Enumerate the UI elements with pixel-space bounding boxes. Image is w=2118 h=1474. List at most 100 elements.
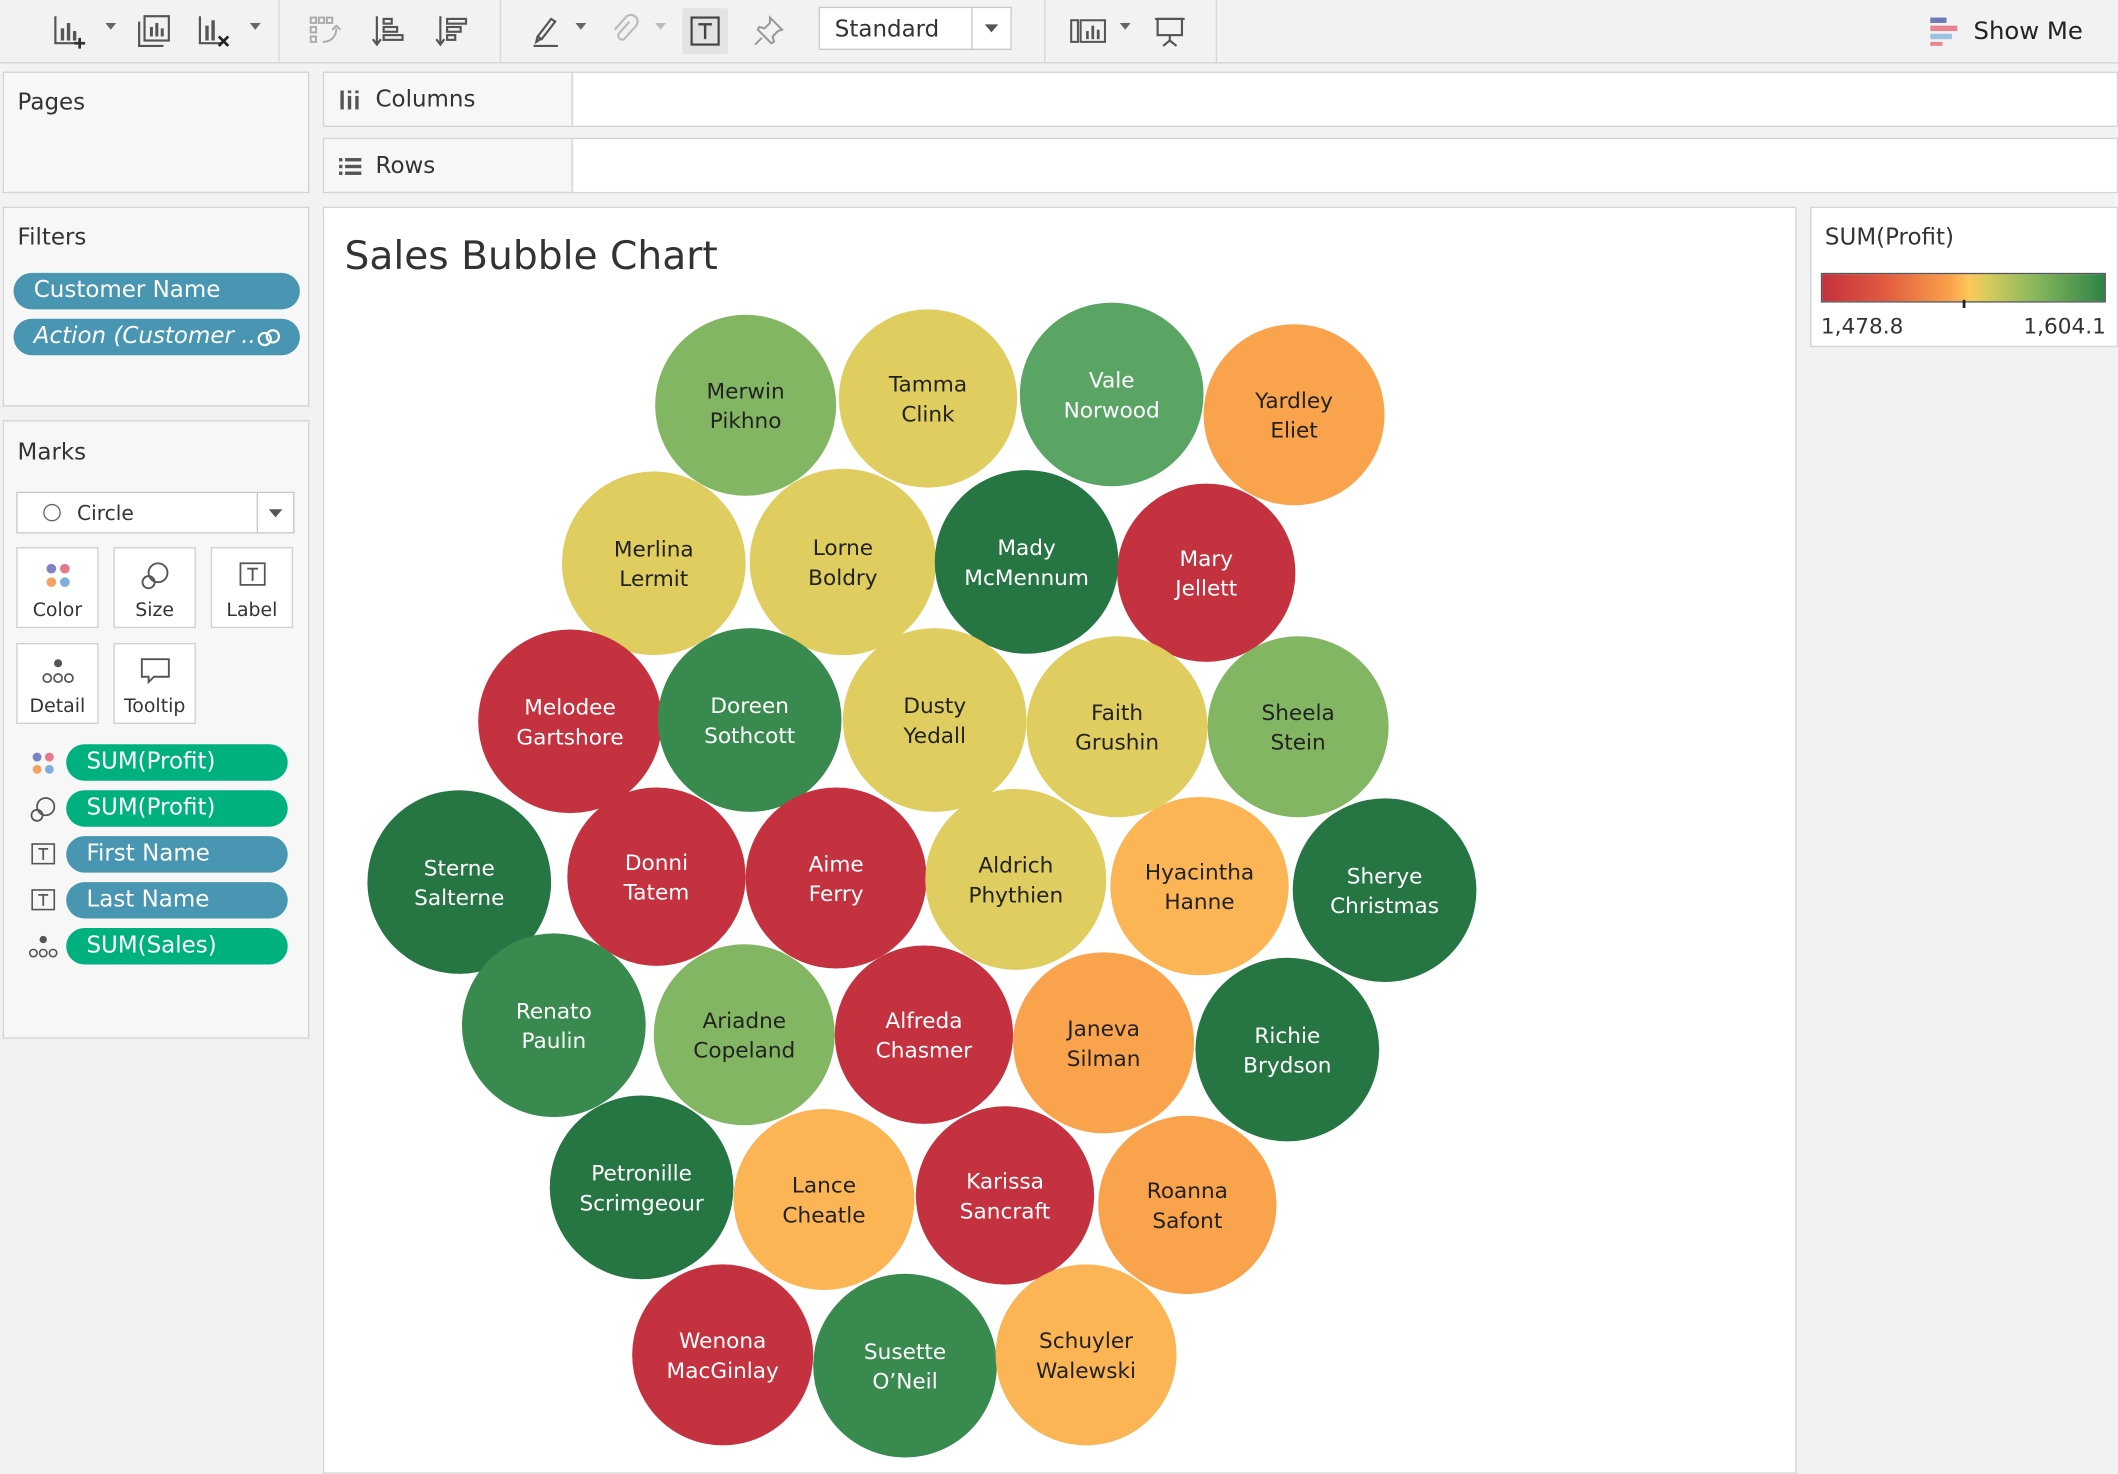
rows-drop-zone[interactable]	[574, 139, 2117, 192]
pin-axes-icon[interactable]	[746, 8, 792, 54]
chevron-down-icon[interactable]	[1119, 22, 1131, 30]
chevron-down-icon[interactable]	[256, 493, 293, 533]
bubble-circle[interactable]	[632, 1264, 814, 1446]
bubble[interactable]: Petronille Scrimgeour	[549, 1095, 734, 1280]
columns-drop-zone[interactable]	[574, 72, 2117, 126]
bubble-circle[interactable]	[1019, 302, 1204, 487]
bubble-circle[interactable]	[995, 1264, 1177, 1446]
bubble-circle[interactable]	[733, 1109, 915, 1291]
color-field-pill[interactable]: SUM(Profit)	[66, 744, 288, 781]
detail-card[interactable]: Detail	[16, 642, 99, 725]
bubble[interactable]: Tamma Clink	[838, 309, 1018, 488]
show-me-button[interactable]: Show Me	[1929, 14, 2083, 49]
clear-sheet-icon[interactable]	[190, 8, 236, 54]
show-mark-labels-icon[interactable]	[682, 8, 729, 55]
bubble[interactable]: Merlina Lermit	[561, 471, 746, 656]
bubble[interactable]: Merwin Pikhno	[655, 314, 837, 496]
filter-pill-customer-name[interactable]: Customer Name	[13, 272, 300, 310]
bubble-circle[interactable]	[813, 1273, 997, 1458]
bubble-circle[interactable]	[655, 314, 837, 496]
bubble-circle[interactable]	[925, 788, 1107, 970]
sort-ascending-icon[interactable]	[366, 8, 412, 54]
bubble[interactable]: Mady McMennum	[934, 470, 1119, 654]
duplicate-sheet-icon[interactable]	[131, 8, 177, 54]
bubble[interactable]: Aldrich Phythien	[925, 788, 1107, 970]
bubble[interactable]: Sheela Stein	[1207, 636, 1389, 818]
last-name-field-pill[interactable]: Last Name	[66, 882, 288, 919]
first-name-field-pill[interactable]: First Name	[66, 836, 288, 873]
bubble-circle[interactable]	[1207, 636, 1389, 818]
chevron-down-icon[interactable]	[575, 22, 587, 30]
bubble[interactable]: Roanna Safont	[1098, 1115, 1277, 1295]
bubble[interactable]: Susette O’Neil	[813, 1273, 997, 1458]
chevron-down-icon[interactable]	[105, 22, 117, 30]
bubble[interactable]: Renato Paulin	[461, 933, 646, 1118]
swap-rows-columns-icon[interactable]	[303, 8, 349, 54]
presentation-mode-icon[interactable]	[1147, 8, 1193, 54]
bubble-circle[interactable]	[745, 787, 927, 969]
bubble-circle[interactable]	[1026, 636, 1208, 818]
bubble-circle[interactable]	[1195, 957, 1380, 1142]
highlight-pen-icon[interactable]	[523, 8, 569, 54]
bubble[interactable]: Donni Tatem	[567, 787, 746, 966]
filter-pill-action[interactable]: Action (Customer ..	[13, 318, 300, 356]
bubble[interactable]: Doreen Sothcott	[657, 628, 842, 812]
view-canvas[interactable]: Sales Bubble Chart Merwin Pikhno Tamma Clin…	[322, 206, 1797, 1474]
bubble-circle[interactable]	[657, 628, 842, 812]
bubble-circle[interactable]	[561, 471, 746, 656]
bubble[interactable]: Hyacintha Hanne	[1110, 796, 1289, 976]
label-card[interactable]: Label	[210, 547, 294, 629]
bubble-circle[interactable]	[915, 1106, 1095, 1285]
sales-field-pill[interactable]: SUM(Sales)	[66, 927, 288, 965]
color-card[interactable]: Color	[16, 547, 99, 629]
bubble-circle[interactable]	[653, 944, 835, 1126]
bubble-circle[interactable]	[567, 787, 746, 966]
bubble-circle[interactable]	[834, 945, 1014, 1124]
show-cards-icon[interactable]	[1064, 8, 1110, 54]
bubble[interactable]: Schuyler Walewski	[995, 1264, 1177, 1446]
bubble-circle[interactable]	[749, 468, 937, 656]
color-legend[interactable]: SUM(Profit) 1,478.8 1,604.1	[1810, 206, 2118, 348]
bubble-circle[interactable]	[1292, 798, 1477, 983]
bubble-circle[interactable]	[1013, 952, 1195, 1134]
new-worksheet-icon[interactable]	[46, 8, 92, 54]
bubble-circle[interactable]	[1098, 1115, 1277, 1295]
bubble[interactable]: Wenona MacGinlay	[632, 1264, 814, 1446]
bubble[interactable]: Vale Norwood	[1019, 302, 1204, 487]
bubble[interactable]: Melodee Gartshore	[478, 629, 662, 814]
sort-descending-icon[interactable]	[430, 8, 476, 54]
bubble[interactable]: Lance Cheatle	[733, 1109, 915, 1291]
chevron-down-icon[interactable]	[249, 22, 261, 30]
bubble[interactable]: Lorne Boldry	[749, 468, 937, 656]
bubble[interactable]: Sherye Christmas	[1292, 798, 1477, 983]
bubble-circle[interactable]	[838, 309, 1018, 488]
bubble[interactable]: Richie Brydson	[1195, 957, 1380, 1142]
bubble-circle[interactable]	[842, 628, 1027, 812]
bubble[interactable]: Aime Ferry	[745, 787, 927, 969]
mark-type-select[interactable]: Circle	[16, 491, 295, 534]
bubble[interactable]: Yardley Eliet	[1203, 324, 1385, 506]
bubble-circle[interactable]	[549, 1095, 734, 1280]
bubble-circle[interactable]	[1110, 796, 1289, 976]
size-card[interactable]: Size	[113, 547, 196, 629]
bubble[interactable]: Janeva Silman	[1013, 952, 1195, 1134]
bubble-circle[interactable]	[478, 629, 662, 814]
tooltip-card[interactable]: Tooltip	[113, 642, 196, 725]
chevron-down-icon[interactable]	[655, 22, 666, 30]
group-members-icon[interactable]	[601, 8, 647, 54]
size-field-pill[interactable]: SUM(Profit)	[66, 790, 288, 827]
bubble[interactable]: Karissa Sancraft	[915, 1106, 1095, 1285]
bubble-circle[interactable]	[461, 933, 646, 1118]
fit-select[interactable]: Standard	[818, 6, 1012, 50]
bubble-chart[interactable]: Merwin Pikhno Tamma Clink Vale Norwood Yardley…	[324, 208, 1796, 1474]
bubble[interactable]: Alfreda Chasmer	[834, 945, 1014, 1124]
bubble[interactable]: Dusty Yedall	[842, 628, 1027, 812]
bubble[interactable]: Mary Jellett	[1117, 483, 1296, 662]
bubble[interactable]: Faith Grushin	[1026, 636, 1208, 818]
bubble-circle[interactable]	[1203, 324, 1385, 506]
bubble-circle[interactable]	[934, 470, 1119, 654]
bubble-circle[interactable]	[1117, 483, 1296, 662]
chevron-down-icon[interactable]	[971, 8, 1010, 49]
bubble[interactable]: Ariadne Copeland	[653, 944, 835, 1126]
pages-shelf[interactable]: Pages	[2, 71, 310, 194]
